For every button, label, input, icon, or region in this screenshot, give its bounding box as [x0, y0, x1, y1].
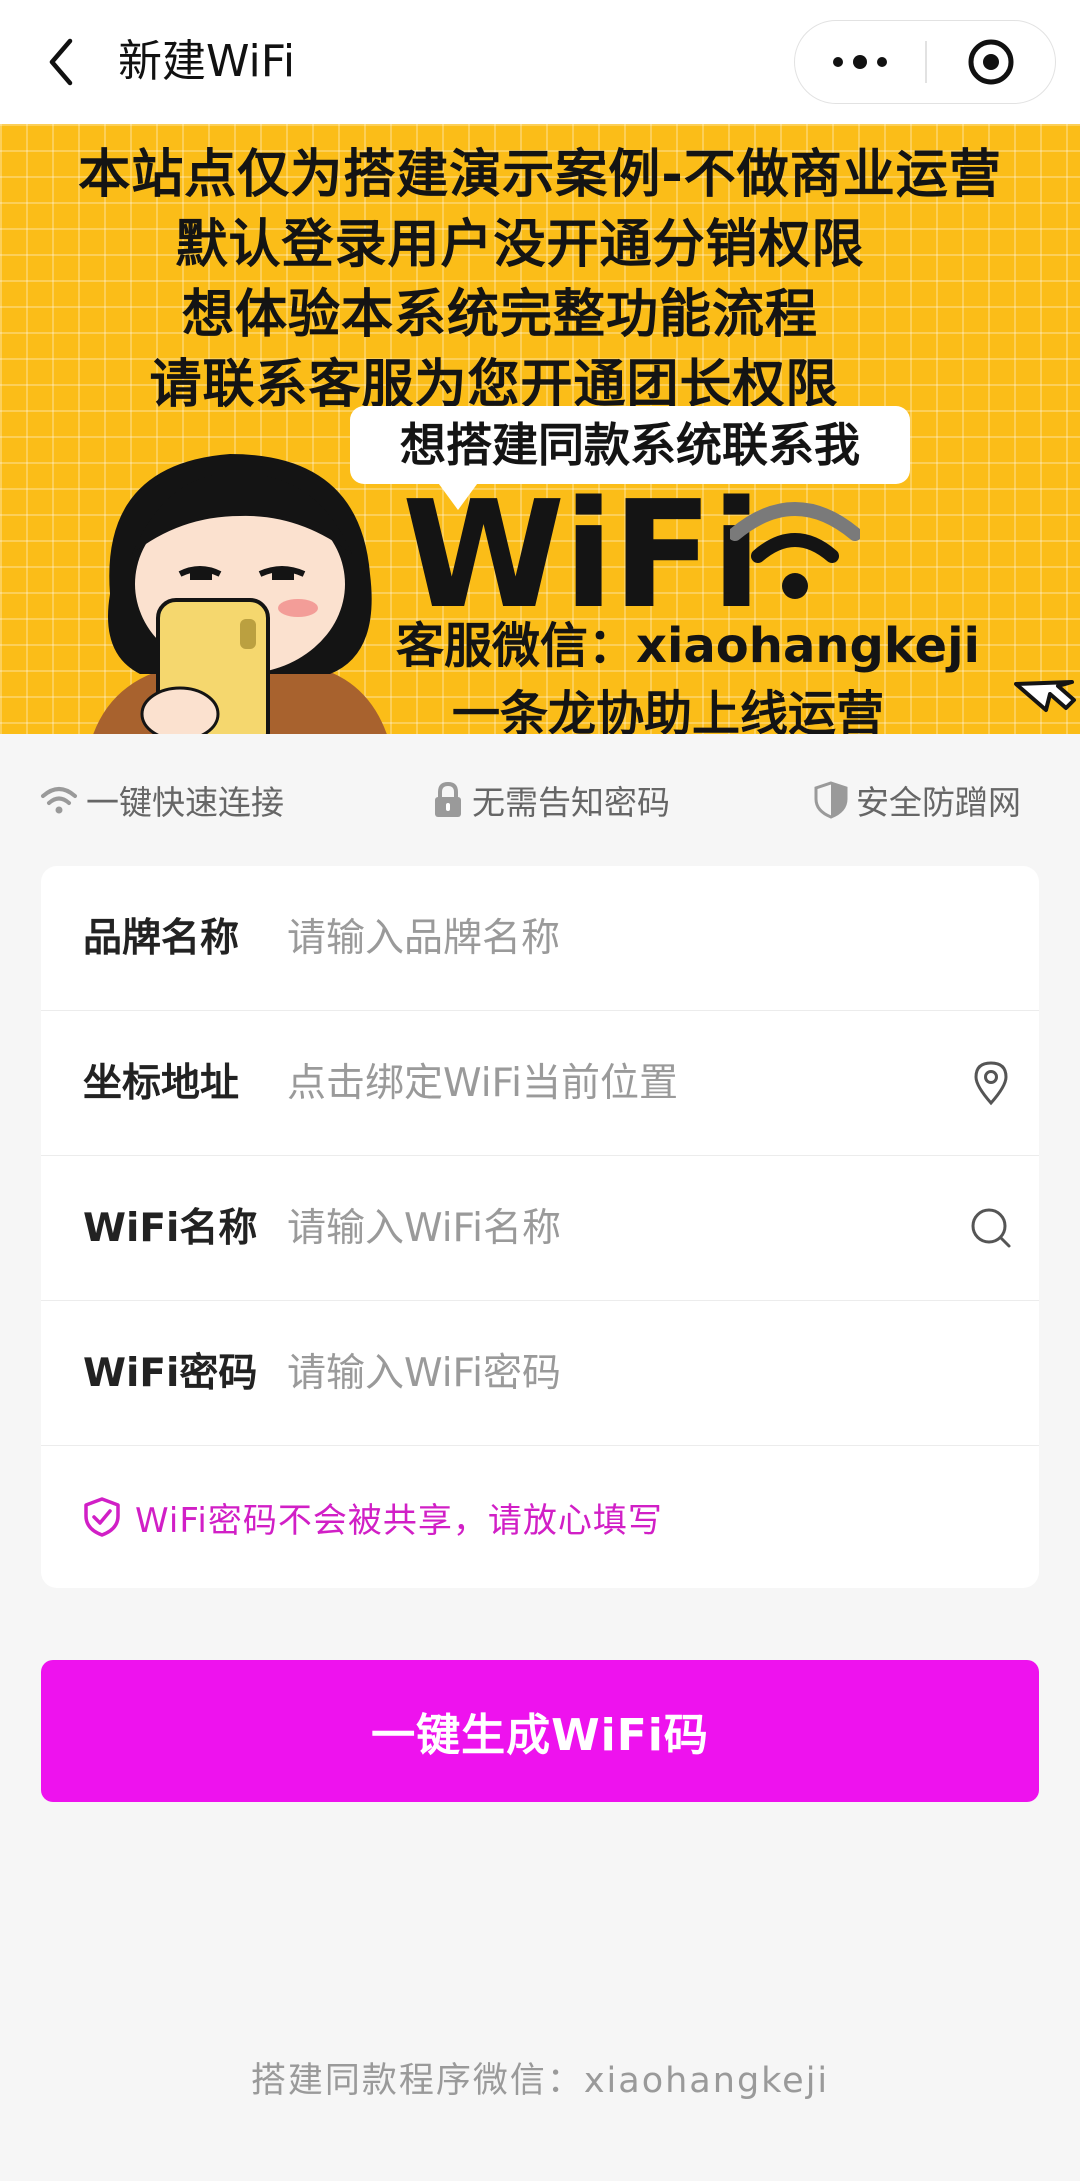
password-label: WiFi密码 — [83, 1351, 258, 1396]
feature-no-password: 无需告知密码 — [432, 772, 670, 828]
brand-name-input[interactable] — [287, 902, 967, 974]
banner-line-2: 默认登录用户没开通分销权限 — [175, 215, 865, 275]
form-row-location[interactable]: 坐标地址 — [41, 1011, 1039, 1156]
close-mini-program-button[interactable] — [927, 21, 1055, 102]
feature-label: 安全防蹭网 — [856, 783, 1021, 822]
shield-icon — [814, 781, 848, 819]
hand-pointer-icon — [1014, 680, 1076, 712]
location-label: 坐标地址 — [83, 1061, 240, 1106]
more-button[interactable] — [795, 21, 925, 102]
mini-program-capsule — [794, 20, 1056, 104]
footer-contact: 搭建同款程序微信：xiaohangkeji — [250, 2061, 830, 2101]
shield-check-icon — [83, 1496, 121, 1538]
more-dots-icon — [833, 54, 887, 69]
feature-highlights: 一键快速连接 无需告知密码 安全防蹭网 — [0, 772, 1080, 828]
banner-line-1: 本站点仅为搭建演示案例-不做商业运营 — [78, 145, 1002, 205]
chevron-left-icon — [49, 38, 73, 86]
feature-label: 一键快速连接 — [86, 783, 284, 822]
form-row-brand: 品牌名称 — [41, 866, 1039, 1011]
wifi-icon — [40, 784, 78, 816]
banner-line-3: 想体验本系统完整功能流程 — [181, 285, 818, 345]
wifi-form-card: 品牌名称 坐标地址 WiFi名称 WiFi密码 — [41, 866, 1039, 1588]
target-icon — [968, 39, 1014, 84]
form-row-password: WiFi密码 — [41, 1301, 1039, 1446]
feature-anti-leech: 安全防蹭网 — [814, 772, 1021, 828]
form-row-ssid: WiFi名称 — [41, 1156, 1039, 1301]
ssid-label: WiFi名称 — [83, 1206, 258, 1251]
location-pin-icon[interactable] — [965, 1057, 1017, 1109]
search-icon[interactable] — [965, 1202, 1017, 1254]
banner-slogan: 一条龙协助上线运营 — [452, 686, 885, 734]
lock-icon — [432, 781, 464, 819]
brand-label: 品牌名称 — [83, 916, 240, 961]
page-title: 新建WiFi — [118, 36, 296, 87]
feature-label: 无需告知密码 — [472, 783, 670, 822]
ssid-input[interactable] — [287, 1192, 967, 1264]
promo-banner[interactable]: 本站点仅为搭建演示案例-不做商业运营 默认登录用户没开通分销权限 想体验本系统完… — [0, 124, 1080, 734]
generate-wifi-code-button[interactable]: 一键生成WiFi码 — [41, 1660, 1039, 1802]
privacy-notice: WiFi密码不会被共享，请放心填写 — [83, 1446, 663, 1588]
wifi-signal-icon — [730, 502, 860, 599]
nav-bar: 新建WiFi — [0, 0, 1080, 124]
back-button[interactable] — [36, 30, 86, 94]
privacy-notice-text: WiFi密码不会被共享，请放心填写 — [135, 1500, 663, 1541]
wifi-password-input[interactable] — [287, 1337, 967, 1409]
feature-quick-connect: 一键快速连接 — [40, 772, 284, 828]
location-input[interactable] — [287, 1047, 967, 1119]
banner-contact: 客服微信：xiaohangkeji — [396, 618, 980, 674]
